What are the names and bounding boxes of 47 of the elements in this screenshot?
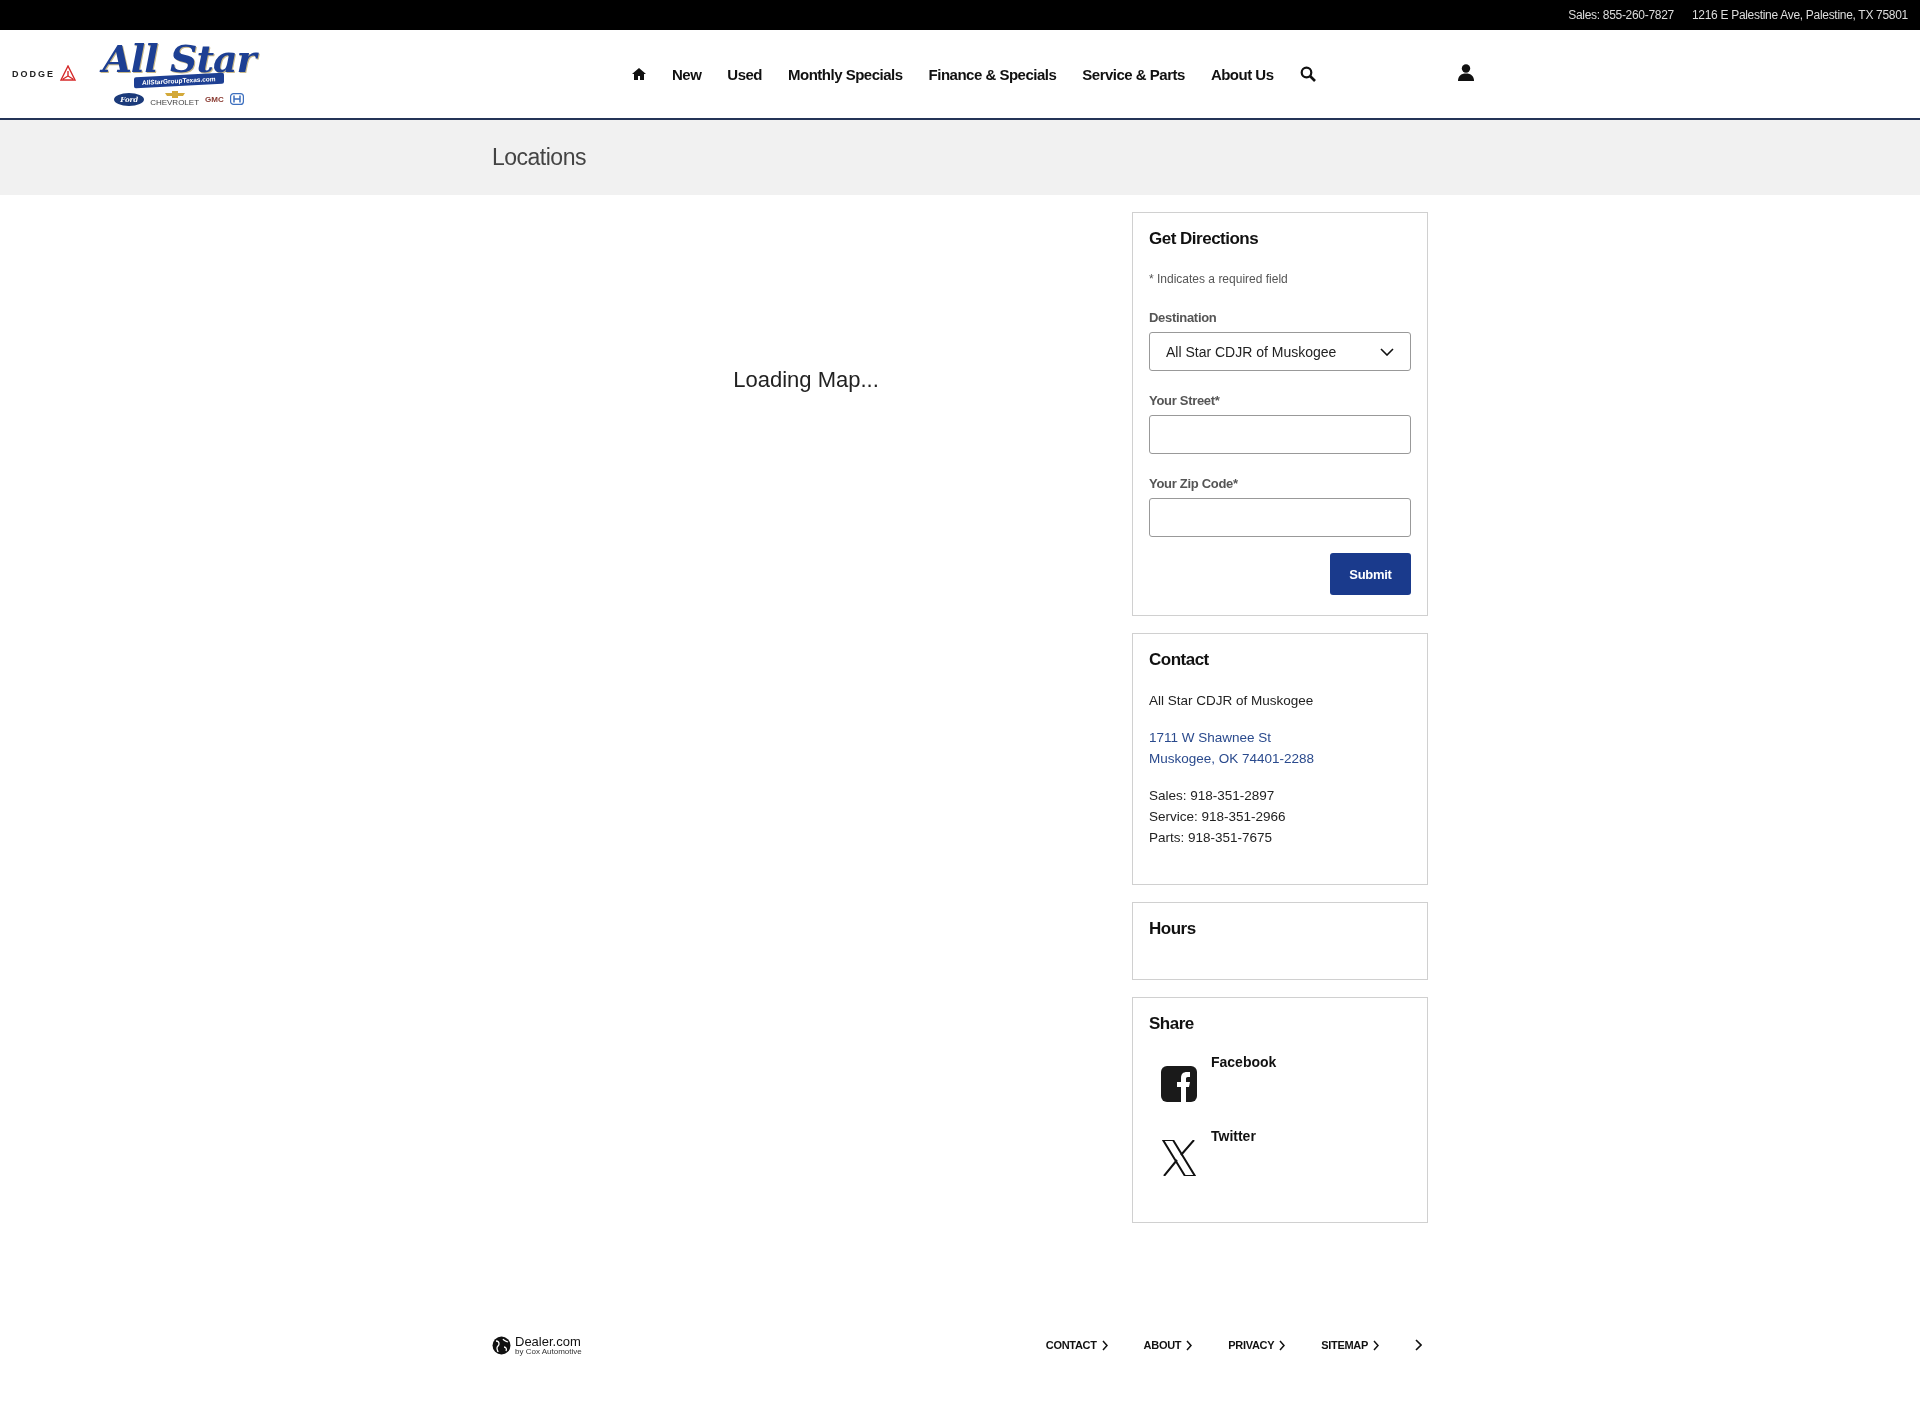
address-link[interactable]: Muskogee, OK 74401-2288 <box>1149 748 1411 769</box>
card-title: Hours <box>1149 919 1197 939</box>
dealer-com-logo[interactable]: Dealer.com by Cox Automotive <box>492 1334 582 1356</box>
account-icon[interactable] <box>1458 64 1474 81</box>
page-title: Locations <box>491 143 587 172</box>
footer-link[interactable]: ABOUT <box>1143 1339 1193 1351</box>
nav-link[interactable]: Service & Parts <box>1082 65 1185 83</box>
required-note: * Indicates a required field <box>1149 271 1289 288</box>
phone-number: Sales: 918-351-2897 <box>1149 787 1276 805</box>
input-field[interactable] <box>1149 498 1411 537</box>
caret-icon <box>1380 347 1394 356</box>
nav-link[interactable]: Finance & Specials <box>928 65 1057 83</box>
nav-link[interactable]: Used <box>727 65 763 83</box>
chevron-icon <box>1186 1339 1193 1351</box>
address-link[interactable]: 1711 W Shawnee St <box>1149 727 1411 748</box>
submit-button[interactable]: Submit <box>1330 553 1411 595</box>
field-label: Your Zip Code* <box>1149 476 1239 491</box>
map-loading-text: Loading Map... <box>733 367 879 394</box>
dealer-address[interactable]: 1216 E Palestine Ave, Palestine, TX 75801 <box>1691 8 1908 22</box>
home-icon[interactable] <box>632 68 646 80</box>
dodge-logo[interactable]: DODGE <box>12 65 77 83</box>
field-label: Your Street* <box>1149 393 1221 408</box>
phone-number: Parts: 918-351-7675 <box>1149 829 1274 847</box>
field-label: Destination <box>1149 310 1218 325</box>
next-icon[interactable] <box>1415 1339 1422 1351</box>
chevron-icon <box>1279 1339 1286 1351</box>
card-title: Contact <box>1149 650 1210 670</box>
footer-link[interactable]: SITEMAP <box>1321 1339 1379 1351</box>
nav-link[interactable]: About Us <box>1210 65 1274 83</box>
footer-link[interactable]: CONTACT <box>1045 1339 1108 1351</box>
card-title: Get Directions <box>1149 229 1260 249</box>
chevron-icon <box>1101 1339 1108 1351</box>
facebook-icon[interactable] <box>1161 1066 1197 1102</box>
x-icon[interactable] <box>1161 1140 1197 1176</box>
card-title: Share <box>1149 1014 1195 1034</box>
sales-phone[interactable]: Sales: 855-260-7827 <box>1568 8 1674 22</box>
destination-dropdown[interactable]: All Star CDJR of Muskogee <box>1149 332 1411 371</box>
dealer-name: All Star CDJR of Muskogee <box>1149 692 1315 710</box>
search-icon[interactable] <box>1299 66 1316 82</box>
share-link[interactable]: Twitter <box>1211 1128 1256 1144</box>
nav-link[interactable]: Monthly Specials <box>788 65 903 83</box>
share-link[interactable]: Facebook <box>1211 1054 1277 1070</box>
phone-number: Service: 918-351-2966 <box>1149 808 1287 826</box>
chevron-icon <box>1373 1339 1379 1351</box>
input-field[interactable] <box>1149 415 1411 454</box>
footer-link[interactable]: PRIVACY <box>1228 1339 1286 1351</box>
nav-link[interactable]: New <box>672 65 702 83</box>
